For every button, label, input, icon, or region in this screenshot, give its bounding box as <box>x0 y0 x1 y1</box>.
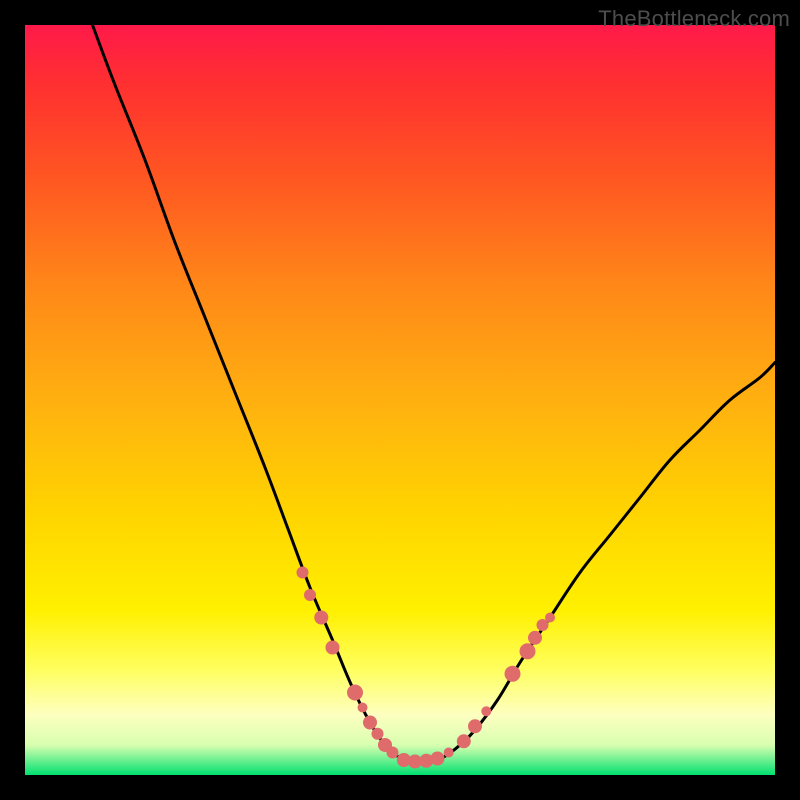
highlight-dot <box>545 613 555 623</box>
highlight-dot <box>444 748 454 758</box>
highlight-dot <box>304 589 316 601</box>
chart-svg <box>25 25 775 775</box>
highlight-dot <box>363 716 377 730</box>
highlight-dot <box>347 685 363 701</box>
highlight-dot <box>314 611 328 625</box>
highlight-dot <box>297 567 309 579</box>
highlight-dot <box>387 747 399 759</box>
highlight-dot <box>528 631 542 645</box>
highlight-dot <box>431 752 445 766</box>
highlight-dot <box>520 643 536 659</box>
highlight-dot <box>358 703 368 713</box>
chart-plot-area <box>25 25 775 775</box>
watermark-text: TheBottleneck.com <box>598 6 790 32</box>
highlight-dot-group <box>297 567 556 769</box>
highlight-dot <box>372 728 384 740</box>
highlight-dot <box>326 641 340 655</box>
bottleneck-curve <box>93 25 776 762</box>
highlight-dot <box>457 734 471 748</box>
highlight-dot <box>505 666 521 682</box>
highlight-dot <box>481 706 491 716</box>
highlight-dot <box>468 719 482 733</box>
